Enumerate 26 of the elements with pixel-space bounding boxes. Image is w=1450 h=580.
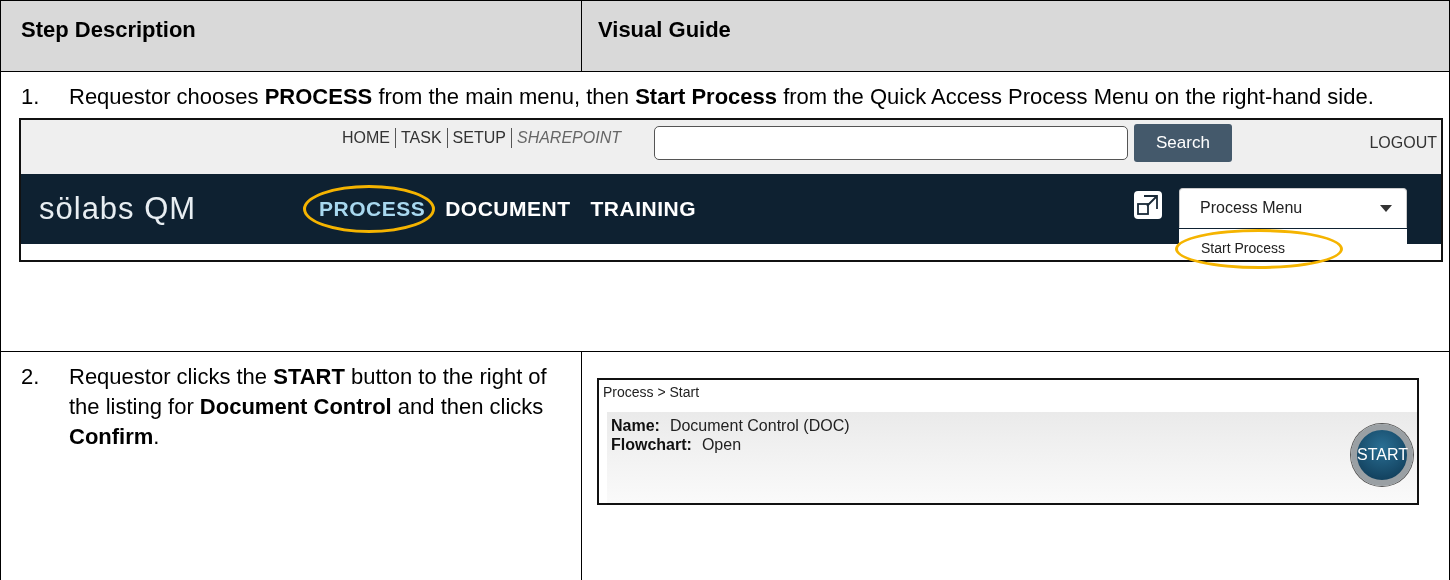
search-field[interactable] (653, 126, 1128, 160)
nav-item[interactable]: TRAINING (590, 197, 697, 221)
field-value: Open (701, 435, 742, 454)
breadcrumb: Process > Start (602, 383, 701, 402)
search-button[interactable]: Search (1133, 124, 1232, 162)
caret-icon (1380, 204, 1392, 212)
step-number: 1. (21, 83, 41, 111)
top-link[interactable]: SETUP (447, 129, 511, 147)
popout-icon[interactable] (1133, 190, 1163, 220)
field-label: Name: (611, 416, 660, 435)
top-link[interactable]: TASK (396, 129, 447, 147)
step-text: Requestor chooses PROCESS from the main menu, then Start Process from the Quick Access Process Menu on the right-hand side. (69, 83, 1374, 111)
step-text: Requestor clicks the START button to the right of the listing for Document Control and then clicks Confirm. (69, 363, 548, 451)
column-header: Visual Guide (581, 0, 1449, 72)
field-value: Document Control (DOC) (669, 416, 850, 435)
top-link[interactable]: HOME (337, 129, 395, 147)
process-menu-dropdown[interactable]: Process Menu (1179, 188, 1407, 228)
logo: sölabs QM (39, 191, 198, 227)
start-button[interactable]: START (1351, 424, 1413, 486)
field-label: Flowchart: (611, 435, 692, 454)
nav-item[interactable]: PROCESS (319, 197, 426, 221)
column-header: Step Description (1, 0, 581, 72)
top-link[interactable]: SHAREPOINT (511, 129, 626, 147)
nav-item[interactable]: DOCUMENT (445, 197, 571, 221)
logout-link[interactable]: LOGOUT (1369, 134, 1437, 152)
step-number: 2. (21, 363, 41, 391)
